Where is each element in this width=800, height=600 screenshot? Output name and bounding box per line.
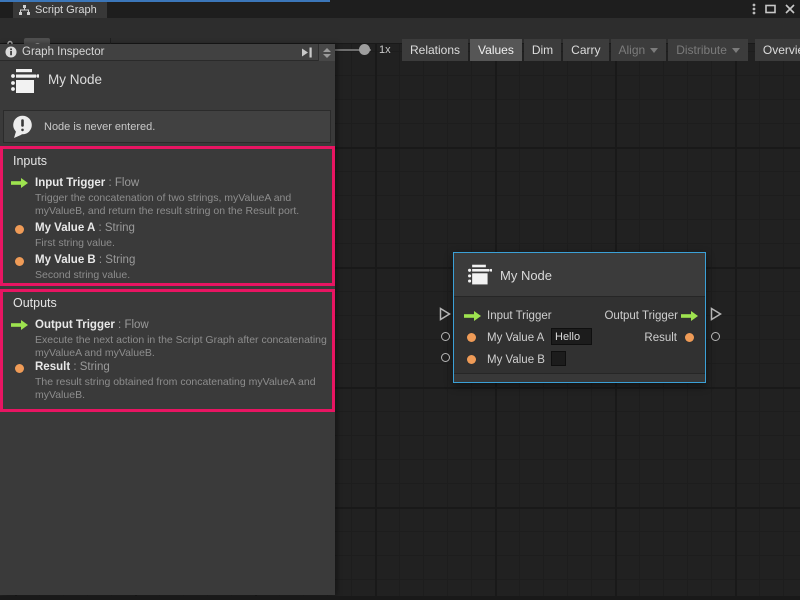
port-doc-description: First string value. [35, 237, 327, 250]
my-node-unit[interactable]: My Node Input Trigger Output Trigger My … [453, 252, 706, 383]
align-dropdown[interactable]: Align [611, 39, 667, 61]
zoom-value: 1x [379, 44, 391, 56]
chevron-down-icon [650, 48, 658, 53]
graph-tab-icon [19, 5, 30, 16]
section-title: Inputs [13, 154, 47, 168]
scroll-up-icon[interactable] [323, 48, 331, 52]
port-doc-description: The result string obtained from concaten… [35, 376, 327, 402]
node-footer [454, 373, 705, 382]
graph-toolbar: <×> New Script Graph Zoom 1x Relations V… [0, 18, 800, 44]
port-doc-name: Output Trigger : Flow [35, 319, 149, 331]
port-doc-description: Second string value. [35, 269, 327, 282]
port-doc-description: Execute the next action in the Script Gr… [35, 334, 327, 360]
node-port-label: Result [644, 332, 677, 344]
flow-port-icon[interactable] [464, 311, 481, 321]
maximize-icon[interactable] [765, 4, 776, 14]
value-port-icon [15, 364, 24, 373]
graph-inspector-panel: Graph Inspector My Node [0, 44, 335, 595]
tab-script-graph[interactable]: Script Graph [13, 2, 107, 18]
distribute-dropdown[interactable]: Distribute [668, 39, 748, 61]
tab-label: Script Graph [35, 4, 97, 16]
port-doc-name: My Value B : String [35, 254, 135, 266]
external-value-port-right[interactable] [711, 332, 720, 341]
title-bar: Script Graph [0, 0, 800, 18]
outputs-section: Outputs Output Trigger : Flow Execute th… [0, 289, 335, 412]
window-bottom-edge [0, 596, 800, 600]
external-value-port-left[interactable] [441, 332, 450, 341]
node-port-label: Input Trigger [487, 310, 552, 322]
node-title: My Node [500, 268, 552, 283]
port-doc-description: Trigger the concatenation of two strings… [35, 192, 327, 218]
value-port-icon [15, 225, 24, 234]
value-b-input[interactable] [551, 351, 566, 366]
carry-button[interactable]: Carry [563, 39, 608, 61]
value-port-icon[interactable] [467, 355, 476, 364]
kebab-menu-icon[interactable] [752, 3, 756, 15]
port-doc-name: My Value A : String [35, 222, 135, 234]
value-port-icon[interactable] [467, 333, 476, 342]
section-title: Outputs [13, 296, 57, 310]
external-flow-port-left[interactable] [439, 307, 451, 321]
toolbar-button-row: Relations Values Dim Carry Align Distrib… [402, 39, 800, 61]
inspector-header: Graph Inspector [0, 44, 335, 61]
dim-button[interactable]: Dim [524, 39, 561, 61]
unit-icon [9, 67, 39, 95]
value-a-input[interactable] [551, 328, 592, 345]
flow-port-icon [11, 320, 28, 330]
node-port-label: Output Trigger [604, 310, 678, 322]
warning-bubble-icon [11, 115, 35, 139]
dock-panel-icon[interactable] [301, 47, 313, 58]
value-port-icon[interactable] [685, 333, 694, 342]
flow-port-icon [11, 178, 28, 188]
port-doc-name: Result : String [35, 361, 110, 373]
close-icon[interactable] [785, 4, 795, 14]
panel-scroll-spinner[interactable] [318, 44, 335, 61]
info-icon [5, 46, 17, 58]
zoom-slider-handle[interactable] [359, 44, 370, 55]
flow-port-icon[interactable] [681, 311, 698, 321]
warning-box: Node is never entered. [3, 110, 331, 143]
script-graph-window: Script Graph [0, 0, 800, 600]
overview-button[interactable]: Overview [755, 39, 800, 61]
node-port-label: My Value B [487, 354, 545, 366]
external-flow-port-right[interactable] [710, 307, 722, 321]
relations-button[interactable]: Relations [402, 39, 468, 61]
chevron-down-icon [732, 48, 740, 53]
node-port-label: My Value A [487, 332, 544, 344]
inspector-title: Graph Inspector [22, 46, 104, 58]
node-header[interactable]: My Node [454, 253, 705, 297]
unit-icon [466, 263, 492, 287]
values-button[interactable]: Values [470, 39, 522, 61]
inspected-node-title: My Node [48, 72, 102, 87]
external-value-port-left[interactable] [441, 353, 450, 362]
inputs-section: Inputs Input Trigger : Flow Trigger the … [0, 146, 335, 286]
port-doc-name: Input Trigger : Flow [35, 177, 139, 189]
scroll-down-icon[interactable] [323, 54, 331, 58]
warning-text: Node is never entered. [44, 121, 155, 133]
value-port-icon [15, 257, 24, 266]
